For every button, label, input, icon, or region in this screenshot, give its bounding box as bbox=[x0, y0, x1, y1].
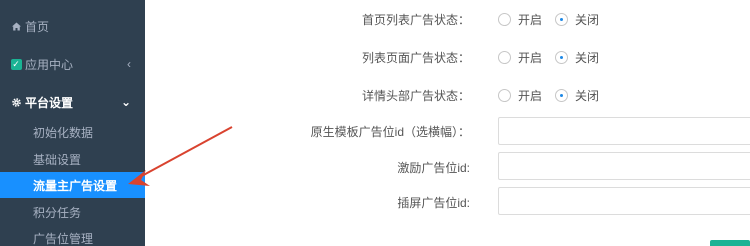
interstitial-ad-id-input[interactable] bbox=[498, 187, 750, 215]
home-icon bbox=[10, 20, 22, 32]
radio-detail-header-off[interactable]: 关闭 bbox=[555, 87, 599, 104]
radio-detail-header-on[interactable]: 开启 bbox=[498, 87, 542, 104]
form-label-list-page-ad: 列表页面广告状态： bbox=[361, 51, 470, 65]
form-label-native-ad-id: 原生模板广告位id（选横幅）： bbox=[310, 125, 470, 139]
sidebar-item-label: 首页 bbox=[25, 19, 50, 34]
submit-button[interactable] bbox=[710, 240, 750, 246]
check-icon: ✓ bbox=[10, 58, 22, 70]
sidebar-subitem-traffic-ads[interactable]: 流量主广告设置 bbox=[0, 172, 145, 198]
reward-ad-id-input[interactable] bbox=[498, 152, 750, 180]
sidebar-subitem-basic-settings[interactable]: 基础设置 bbox=[0, 146, 145, 172]
sidebar-subitem-init-data[interactable]: 初始化数据 bbox=[0, 119, 145, 145]
form-label-detail-header-ad: 详情头部广告状态： bbox=[361, 89, 470, 103]
radio-home-list-off[interactable]: 关闭 bbox=[555, 11, 599, 28]
native-ad-id-input[interactable] bbox=[498, 117, 750, 145]
chevron-down-icon: ⌄ bbox=[120, 95, 131, 109]
sidebar-item-label: 应用中心 bbox=[25, 57, 74, 72]
gear-icon bbox=[10, 96, 22, 108]
sidebar-item-app-center[interactable]: ✓ 应用中心 ‹ bbox=[0, 45, 145, 83]
form-label-reward-ad-id: 激励广告位id: bbox=[397, 161, 470, 175]
sidebar: 首页 ✓ 应用中心 ‹ 平台设置 ⌄ 初始化数据 基础设置 流量主广告设置 积分… bbox=[0, 0, 145, 246]
sidebar-item-platform-settings[interactable]: 平台设置 ⌄ bbox=[0, 83, 145, 121]
form-label-home-list-ad: 首页列表广告状态： bbox=[361, 13, 470, 27]
chevron-left-icon: ‹ bbox=[127, 57, 131, 71]
radio-list-page-on[interactable]: 开启 bbox=[498, 49, 542, 66]
radio-list-page-off[interactable]: 关闭 bbox=[555, 49, 599, 66]
radio-home-list-on[interactable]: 开启 bbox=[498, 11, 542, 28]
sidebar-subitem-ad-slots[interactable]: 广告位管理 bbox=[0, 225, 145, 246]
settings-form: 首页列表广告状态： 开启 关闭 列表页面广告状态： 开启 关闭 详情头部广告状态… bbox=[145, 0, 750, 246]
sidebar-item-home[interactable]: 首页 bbox=[0, 7, 145, 45]
sidebar-subitem-points-tasks[interactable]: 积分任务 bbox=[0, 199, 145, 225]
sidebar-item-label: 平台设置 bbox=[25, 95, 74, 110]
form-label-interstitial-ad-id: 插屏广告位id: bbox=[397, 196, 470, 210]
